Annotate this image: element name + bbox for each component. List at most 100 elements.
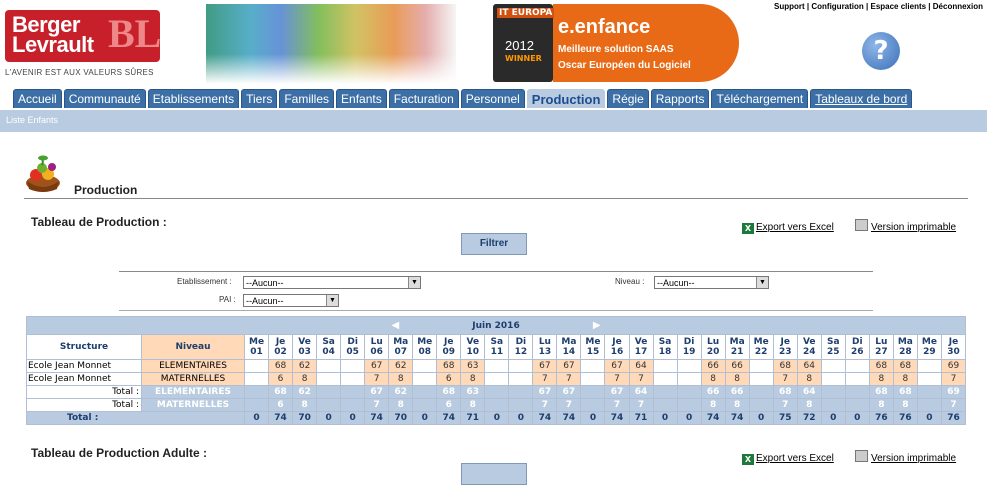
table-row: Ecole Jean Monnet ELEMENTAIRES 68 62 67 62 68 6… [26, 359, 967, 373]
help-icon[interactable]: ? [862, 32, 900, 70]
day-header: Ve 24 [796, 334, 822, 360]
value-cell: 66 [700, 385, 726, 399]
tab-production[interactable]: Production [526, 89, 606, 108]
day-header: Ma 07 [388, 334, 414, 360]
value-cell: 62 [388, 359, 414, 373]
tab-facturation[interactable]: Facturation [388, 89, 459, 108]
value-cell: 62 [292, 385, 318, 399]
niveau-cell: MATERNELLES [141, 398, 245, 412]
day-name: Me [585, 337, 601, 347]
grand-total-cell: 0 [820, 411, 846, 425]
month-header: ◀ Juin 2016 ▶ [26, 316, 966, 335]
value-cell: 8 [796, 372, 822, 386]
link-espace-clients[interactable]: Espace clients [870, 2, 926, 11]
print-version-link-adulte[interactable]: Version imprimable [855, 446, 956, 465]
next-month-icon[interactable]: ▶ [593, 320, 601, 331]
export-excel-link[interactable]: X Export vers Excel [742, 215, 834, 234]
value-cell: 7 [532, 372, 558, 386]
value-cell: 6 [268, 372, 294, 386]
grand-total-cell: 0 [652, 411, 678, 425]
export-excel-link-adulte[interactable]: X Export vers Excel [742, 446, 834, 465]
value-cell: 67 [604, 385, 630, 399]
grand-total-cell: 74 [700, 411, 726, 425]
tab-familles[interactable]: Familles [279, 89, 335, 108]
value-cell [412, 359, 438, 373]
grand-total-cell: 76 [868, 411, 894, 425]
value-cell [316, 359, 342, 373]
tab-tableaux-de-bord[interactable]: Tableaux de bord [810, 89, 913, 108]
value-cell [676, 398, 702, 412]
day-header: Je 02 [268, 334, 294, 360]
link-configuration[interactable]: Configuration [811, 2, 863, 11]
value-cell [243, 398, 270, 412]
prev-month-icon[interactable]: ◀ [391, 320, 399, 331]
grand-total-cell: 0 [580, 411, 606, 425]
value-cell [340, 359, 366, 373]
day-header: Je 09 [436, 334, 462, 360]
niveau-select[interactable]: --Aucun-- ▼ [654, 276, 769, 289]
value-cell: 66 [724, 385, 750, 399]
pai-select[interactable]: --Aucun-- ▼ [243, 294, 339, 307]
value-cell [580, 359, 606, 373]
day-number: 27 [875, 347, 888, 357]
value-cell: 8 [292, 372, 318, 386]
day-name: Lu [875, 337, 888, 347]
page-title: Production [74, 183, 138, 197]
value-cell [652, 398, 678, 412]
tab-communaute[interactable]: Communauté [63, 89, 146, 108]
print-version-link[interactable]: Version imprimable [855, 215, 956, 234]
day-number: 14 [562, 347, 576, 357]
top-links: Support | Configuration | Espace clients… [774, 2, 983, 11]
value-cell [916, 359, 942, 373]
day-name: Ma [561, 337, 577, 347]
filter-button[interactable]: Filtrer [461, 233, 527, 255]
link-support[interactable]: Support [774, 2, 805, 11]
tab-regie[interactable]: Régie [607, 89, 649, 108]
value-cell: 66 [724, 359, 750, 373]
day-number: 18 [658, 347, 672, 357]
link-deconnexion[interactable]: Déconnexion [933, 2, 983, 11]
value-cell: 8 [388, 398, 414, 412]
day-header: Lu 13 [532, 334, 558, 360]
grand-total-label: Total : [26, 411, 245, 425]
tab-telechargement[interactable]: Téléchargement [711, 89, 809, 108]
day-number: 07 [394, 347, 407, 357]
grand-total-row: Total :0 74 70 0 0 74 70 0 74 71 0 0 74 74 0 74 71 0 0 74 74… [26, 411, 967, 425]
value-cell [508, 385, 534, 399]
niveau-select-value: --Aucun-- [657, 278, 695, 288]
tab-rapports[interactable]: Rapports [650, 89, 710, 108]
grand-total-cell: 71 [628, 411, 654, 425]
tab-tiers[interactable]: Tiers [241, 89, 278, 108]
day-number: 04 [322, 347, 335, 357]
value-cell [652, 385, 678, 399]
day-number: 17 [634, 347, 648, 357]
value-cell: 8 [388, 372, 414, 386]
day-number: 02 [274, 347, 287, 357]
day-number: 26 [851, 347, 864, 357]
day-name: Je [275, 337, 286, 347]
value-cell [508, 359, 534, 373]
value-cell [508, 398, 534, 412]
tab-etablissements[interactable]: Etablissements [147, 89, 240, 108]
main-nav-tabs: Accueil Communauté Etablissements Tiers … [13, 89, 913, 108]
filter-button-adulte[interactable] [461, 463, 527, 485]
print-version-label: Version imprimable [871, 453, 957, 464]
day-number: 28 [899, 347, 912, 357]
tab-enfants[interactable]: Enfants [336, 89, 387, 108]
tab-personnel[interactable]: Personnel [460, 89, 525, 108]
value-cell: 63 [460, 385, 486, 399]
tab-accueil[interactable]: Accueil [13, 89, 62, 108]
grand-total-cell: 0 [508, 411, 534, 425]
chevron-down-icon: ▼ [408, 277, 420, 288]
award-year: 2012 [505, 38, 534, 53]
structure-cell: Total : [26, 398, 142, 412]
printer-icon [855, 219, 868, 231]
etablissement-select[interactable]: --Aucun-- ▼ [243, 276, 421, 289]
grand-total-cell: 74 [364, 411, 390, 425]
value-cell [820, 359, 846, 373]
tagline: L'AVENIR EST AUX VALEURS SÛRES [5, 68, 154, 77]
value-cell: 68 [868, 359, 894, 373]
value-cell: 62 [292, 359, 318, 373]
award-badge-label: IT EUROPA [497, 8, 555, 18]
subnav-liste-enfants[interactable]: Liste Enfants [6, 115, 58, 125]
